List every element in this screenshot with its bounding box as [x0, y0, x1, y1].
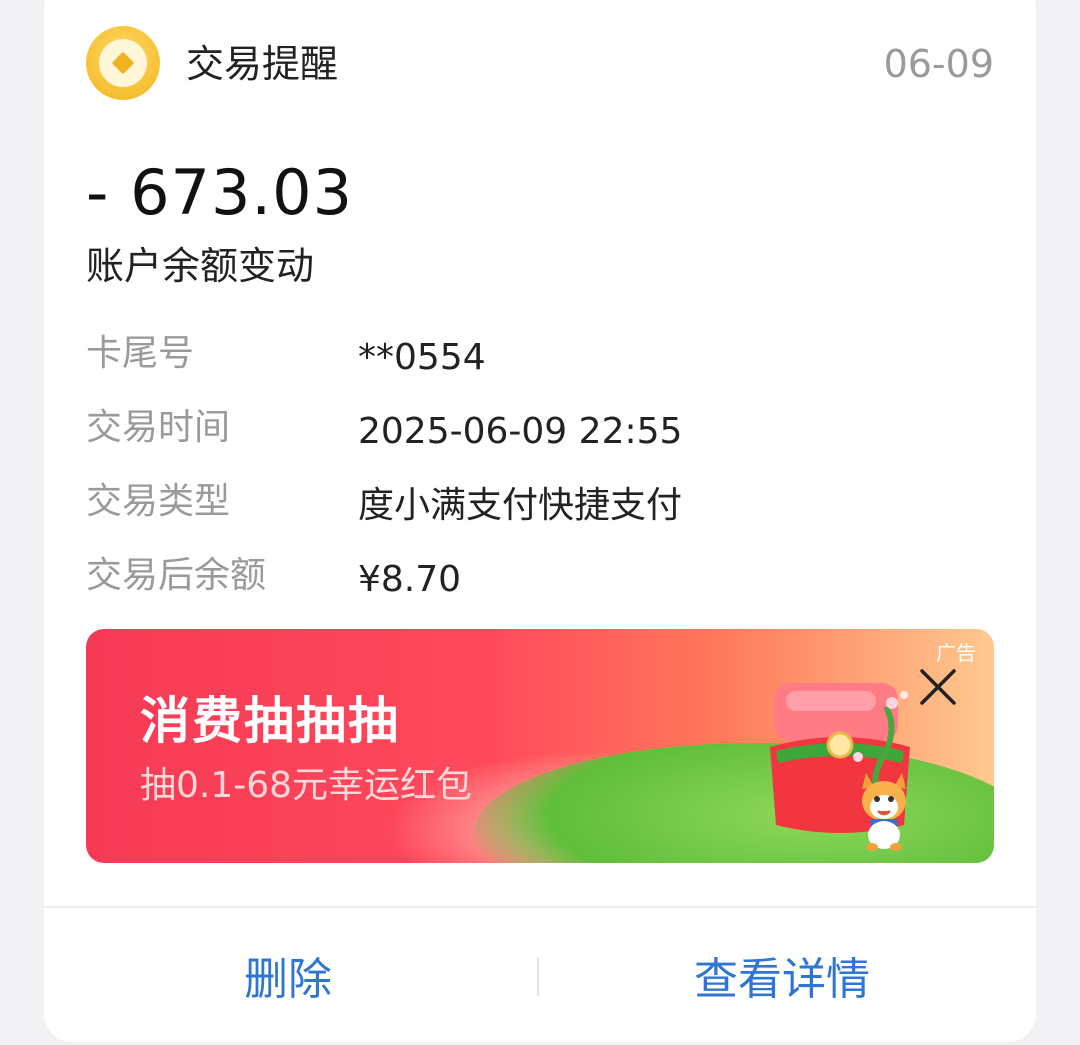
detail-label: 交易类型 — [86, 481, 231, 522]
banner-title: 消费抽抽抽 — [140, 692, 400, 750]
ad-tag: 广告 — [936, 641, 976, 665]
detail-value: ¥8.70 — [358, 559, 462, 600]
detail-value: 度小满支付快捷支付 — [358, 485, 683, 526]
notification-date: 06-09 — [883, 42, 994, 86]
button-separator — [537, 958, 539, 996]
detail-row-card-tail: 卡尾号 **0554 — [86, 330, 994, 404]
view-details-button[interactable]: 查看详情 — [694, 952, 870, 1008]
detail-row-time: 交易时间 2025-06-09 22:55 — [86, 404, 994, 478]
close-icon[interactable] — [918, 667, 958, 707]
detail-label: 卡尾号 — [86, 333, 195, 374]
detail-label: 交易后余额 — [86, 555, 267, 596]
transaction-description: 账户余额变动 — [86, 244, 315, 288]
detail-row-type: 交易类型 度小满支付快捷支付 — [86, 478, 994, 552]
card-header: 交易提醒 06-09 — [86, 26, 994, 102]
footer-divider — [44, 906, 1036, 908]
delete-button[interactable]: 删除 — [244, 952, 332, 1008]
banner-subtitle: 抽0.1-68元幸运红包 — [140, 765, 473, 806]
mascot-icon — [862, 773, 906, 851]
transaction-amount: - 673.03 — [86, 156, 354, 229]
ad-banner[interactable]: 消费抽抽抽 抽0.1-68元幸运红包 广告 — [86, 629, 994, 863]
detail-row-balance: 交易后余额 ¥8.70 — [86, 552, 994, 626]
detail-list: 卡尾号 **0554 交易时间 2025-06-09 22:55 交易类型 度小… — [86, 330, 994, 626]
gold-coin-icon — [86, 26, 160, 100]
detail-value: 2025-06-09 22:55 — [358, 411, 683, 452]
app-name: 交易提醒 — [186, 42, 339, 86]
detail-value: **0554 — [358, 337, 486, 378]
detail-label: 交易时间 — [86, 407, 231, 448]
